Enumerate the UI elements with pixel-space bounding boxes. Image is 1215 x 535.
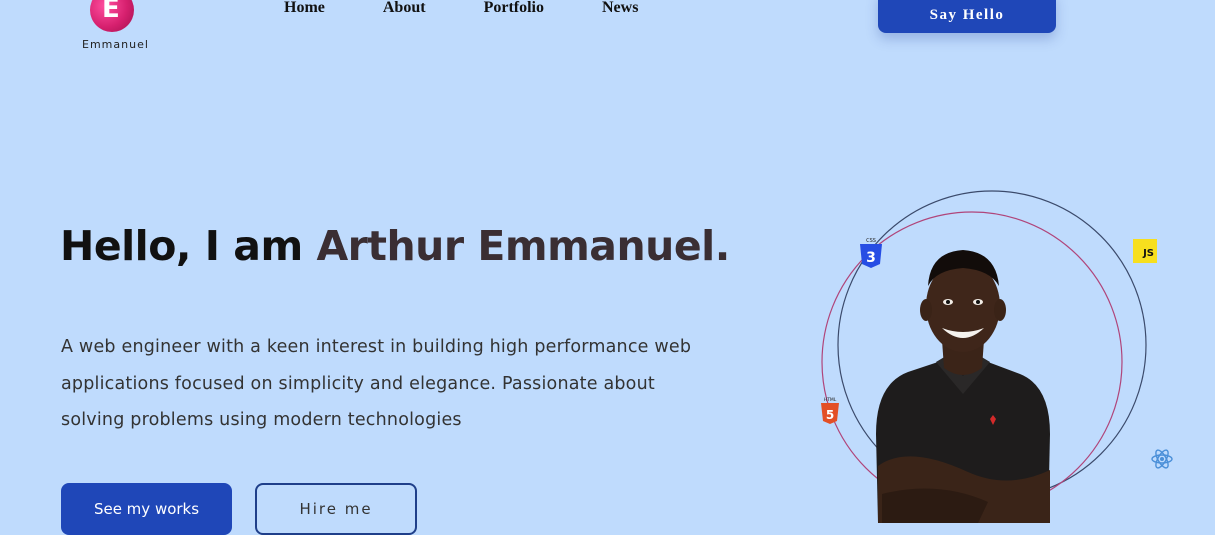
html-icon-label: HTML [824, 397, 837, 403]
hire-me-button[interactable]: Hire me [255, 483, 417, 535]
nav-item-about[interactable]: About [383, 0, 426, 17]
react-icon [1151, 449, 1173, 469]
nav-item-news[interactable]: News [602, 0, 638, 17]
html-icon-digit: 5 [826, 408, 834, 422]
css-icon-label: CSS [866, 238, 876, 244]
hero-greeting: Hello, I am [60, 222, 317, 270]
brand-logo[interactable]: E Emmanuel [80, 0, 150, 56]
nav-item-home[interactable]: Home [284, 0, 325, 17]
javascript-icon: JS [1133, 239, 1157, 263]
html5-icon: HTML 5 [821, 397, 839, 424]
hero-name: Arthur Emmanuel. [316, 222, 730, 270]
logo-mark-icon: E [90, 0, 134, 32]
css-icon-digit: 3 [866, 250, 876, 266]
logo-letter: E [102, 0, 120, 24]
see-my-works-button[interactable]: See my works [61, 483, 232, 535]
brand-name: Emmanuel [82, 38, 149, 51]
say-hello-button[interactable]: Say Hello [878, 0, 1056, 33]
main-nav: Home About Portfolio News [284, 0, 638, 17]
hero-bio: A web engineer with a keen interest in b… [61, 337, 692, 430]
nav-item-portfolio[interactable]: Portfolio [484, 0, 544, 17]
hero-headline: Hello, I am Arthur Emmanuel. [60, 222, 730, 270]
css3-icon: CSS 3 [860, 238, 882, 268]
profile-photo [876, 250, 1050, 523]
